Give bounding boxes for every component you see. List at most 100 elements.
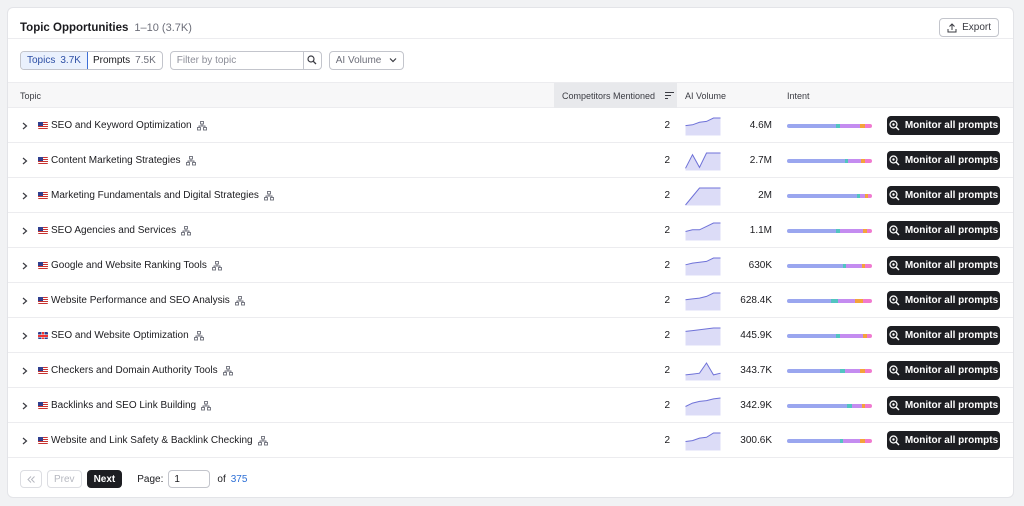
monitor-all-prompts-button[interactable]: Monitor all prompts: [887, 326, 1000, 345]
intent-bar: [787, 353, 872, 388]
column-competitors[interactable]: Competitors Mentioned: [554, 83, 677, 108]
volume-sparkline: [685, 388, 721, 423]
ai-volume-dropdown-label: AI Volume: [335, 54, 382, 66]
subtopics-icon[interactable]: [193, 330, 204, 341]
next-button[interactable]: Next: [86, 470, 123, 488]
total-pages[interactable]: 375: [231, 474, 248, 485]
monitor-label: Monitor all prompts: [904, 400, 999, 411]
volume-sparkline: [685, 248, 721, 283]
monitor-all-prompts-button[interactable]: Monitor all prompts: [887, 151, 1000, 170]
subtopics-icon[interactable]: [234, 295, 245, 306]
sparkline-area: [685, 222, 721, 240]
column-ai-volume[interactable]: AI Volume: [685, 83, 726, 108]
page-input[interactable]: 1: [168, 470, 211, 488]
competitors-count: 2: [664, 400, 670, 411]
result-range: 1–10 (3.7K): [134, 22, 192, 34]
expand-chevron-icon[interactable]: [22, 283, 30, 318]
topic-name[interactable]: SEO and Keyword Optimization: [51, 108, 207, 143]
table-row[interactable]: Marketing Fundamentals and Digital Strat…: [8, 178, 1013, 213]
table-row[interactable]: Website and Link Safety & Backlink Check…: [8, 423, 1013, 458]
export-button[interactable]: Export: [939, 18, 999, 37]
tab-prompts[interactable]: Prompts 7.5K: [87, 52, 162, 69]
subtopics-icon[interactable]: [201, 400, 212, 411]
topic-name[interactable]: Website Performance and SEO Analysis: [51, 283, 245, 318]
monitor-label: Monitor all prompts: [904, 330, 999, 341]
monitor-all-prompts-button[interactable]: Monitor all prompts: [887, 396, 1000, 415]
expand-chevron-icon[interactable]: [22, 178, 30, 213]
monitor-all-prompts-button[interactable]: Monitor all prompts: [887, 291, 1000, 310]
subtopics-icon[interactable]: [263, 190, 274, 201]
prev-button[interactable]: Prev: [47, 470, 82, 488]
sparkline-area: [685, 187, 721, 205]
intent-bar: [787, 318, 872, 353]
monitor-cell: Monitor all prompts: [887, 143, 1000, 178]
table-row[interactable]: Content Marketing Strategies 2 2.7M Monitor…: [8, 143, 1013, 178]
table-row[interactable]: Website Performance and SEO Analysis 2 628…: [8, 283, 1013, 318]
topic-name[interactable]: Google and Website Ranking Tools: [51, 248, 222, 283]
topic-name[interactable]: Backlinks and SEO Link Building: [51, 388, 212, 423]
monitor-search-icon: [889, 435, 900, 446]
table-row[interactable]: SEO Agencies and Services 2 1.1M Monitor al…: [8, 213, 1013, 248]
volume-sparkline: [685, 318, 721, 353]
intent-segment: [846, 263, 862, 268]
topic-search: Filter by topic: [169, 50, 322, 70]
subtopics-icon[interactable]: [185, 155, 196, 166]
monitor-all-prompts-button[interactable]: Monitor all prompts: [887, 186, 1000, 205]
sparkline-area: [685, 117, 721, 135]
expand-chevron-icon[interactable]: [22, 353, 30, 388]
subtopics-icon[interactable]: [222, 365, 233, 376]
column-topic[interactable]: Topic: [20, 83, 41, 108]
expand-chevron-icon[interactable]: [22, 388, 30, 423]
page-title: Topic Opportunities: [20, 22, 129, 34]
intent-segment: [787, 438, 840, 443]
monitor-label: Monitor all prompts: [904, 295, 999, 306]
sparkline-svg: [685, 327, 721, 345]
monitor-all-prompts-button[interactable]: Monitor all prompts: [887, 256, 1000, 275]
topic-name-text: Checkers and Domain Authority Tools: [51, 365, 218, 376]
search-button[interactable]: [302, 51, 321, 69]
subtopics-icon[interactable]: [181, 225, 192, 236]
monitor-all-prompts-button[interactable]: Monitor all prompts: [887, 361, 1000, 380]
topic-name[interactable]: SEO Agencies and Services: [51, 213, 192, 248]
expand-chevron-icon[interactable]: [22, 143, 30, 178]
ai-volume-value: 628.4K: [740, 295, 772, 306]
monitor-search-icon: [889, 295, 900, 306]
subtopics-icon[interactable]: [211, 260, 222, 271]
expand-chevron-icon[interactable]: [22, 108, 30, 143]
table-row[interactable]: Google and Website Ranking Tools 2 630K Mon…: [8, 248, 1013, 283]
tab-topics-count: 3.7K: [60, 54, 81, 66]
column-intent[interactable]: Intent: [787, 83, 810, 108]
topic-name[interactable]: Checkers and Domain Authority Tools: [51, 353, 233, 388]
topic-name[interactable]: Marketing Fundamentals and Digital Strat…: [51, 178, 274, 213]
table-row[interactable]: SEO and Keyword Optimization 2 4.6M Monitor…: [8, 108, 1013, 143]
topic-search-input[interactable]: Filter by topic: [171, 52, 303, 69]
ai-volume-dropdown[interactable]: AI Volume: [328, 50, 405, 70]
monitor-all-prompts-button[interactable]: Monitor all prompts: [887, 431, 1000, 450]
intent-segment: [866, 333, 872, 338]
topic-name[interactable]: Content Marketing Strategies: [51, 143, 196, 178]
expand-chevron-icon[interactable]: [22, 248, 30, 283]
table-row[interactable]: Backlinks and SEO Link Building 2 342.9K Mo…: [8, 388, 1013, 423]
topic-name-text: Website and Link Safety & Backlink Check…: [51, 435, 253, 446]
intent-segment: [865, 438, 872, 443]
table-row[interactable]: Checkers and Domain Authority Tools 2 343.…: [8, 353, 1013, 388]
table-header: Topic Competitors Mentioned AI Volume In…: [8, 82, 1013, 108]
monitor-all-prompts-button[interactable]: Monitor all prompts: [887, 221, 1000, 240]
intent-bar: [787, 248, 872, 283]
monitor-label: Monitor all prompts: [904, 260, 999, 271]
expand-chevron-icon[interactable]: [22, 318, 30, 353]
expand-chevron-icon[interactable]: [22, 213, 30, 248]
first-page-button[interactable]: [20, 470, 42, 488]
topic-name-text: Google and Website Ranking Tools: [51, 260, 207, 271]
subtopics-icon[interactable]: [257, 435, 268, 446]
tab-topics[interactable]: Topics 3.7K: [20, 51, 88, 69]
monitor-all-prompts-button[interactable]: Monitor all prompts: [887, 116, 1000, 135]
subtopics-icon[interactable]: [196, 120, 207, 131]
sparkline-svg: [685, 397, 721, 415]
sparkline-svg: [685, 187, 721, 205]
expand-chevron-icon[interactable]: [22, 423, 30, 458]
intent-bar: [787, 283, 872, 318]
table-row[interactable]: SEO and Website Optimization 2 445.9K Monit…: [8, 318, 1013, 353]
topic-name[interactable]: SEO and Website Optimization: [51, 318, 204, 353]
topic-name[interactable]: Website and Link Safety & Backlink Check…: [51, 423, 268, 458]
